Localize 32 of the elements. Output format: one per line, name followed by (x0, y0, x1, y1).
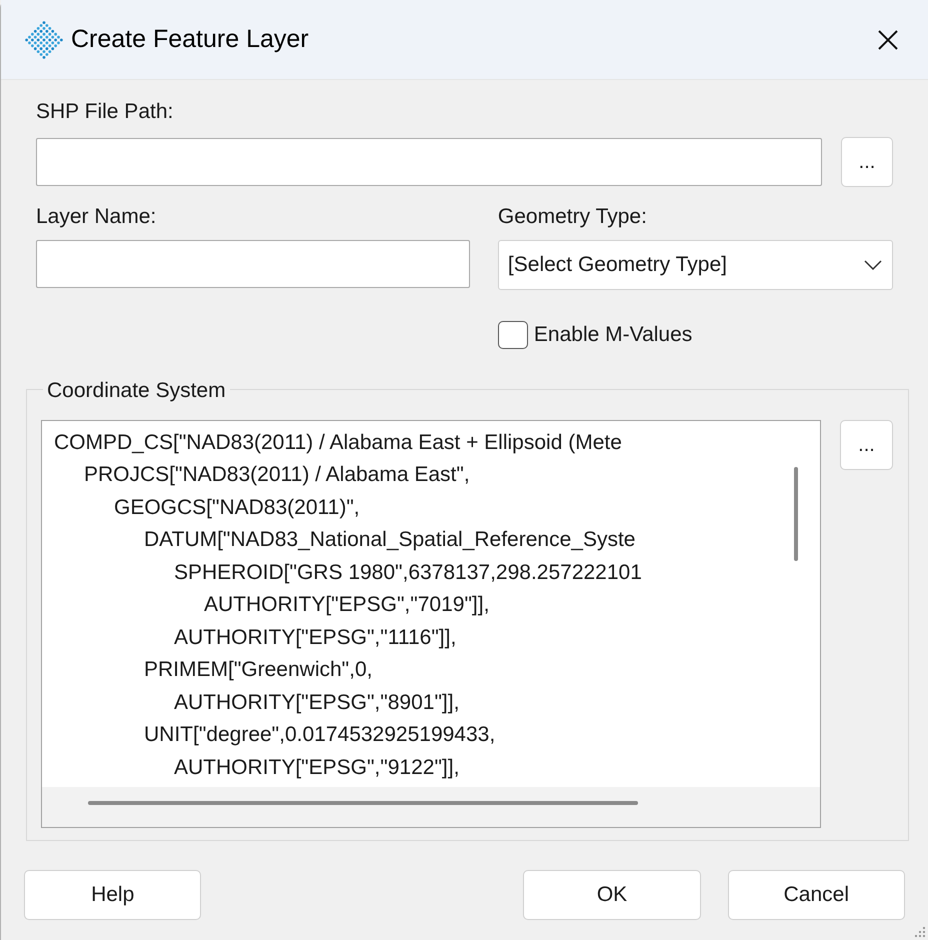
browse-button[interactable]: ... (840, 420, 893, 470)
text-line: PRIMEM["Greenwich",0, (144, 657, 372, 683)
close-icon (877, 28, 899, 50)
field-label: Geometry Type: (498, 204, 648, 230)
field-label: SHP File Path: (36, 99, 174, 125)
text-line: UNIT["degree",0.0174532925199433, (144, 722, 496, 748)
field-label: Layer Name: (36, 204, 158, 230)
layer-name-field[interactable] (36, 240, 470, 288)
text-line: SPHEROID["GRS 1980",6378137,298.257222101 (174, 560, 642, 586)
window-title: Create Feature Layer (71, 24, 309, 55)
text-area[interactable] (41, 420, 821, 828)
text-line: AUTHORITY["EPSG","9122"]], (174, 754, 460, 780)
text-line: GEOGCS["NAD83(2011)", (114, 494, 360, 520)
text-line: AUTHORITY["EPSG","7019"]], (204, 592, 490, 618)
checkbox-label: Enable M-Values (534, 322, 692, 348)
text-line: AUTHORITY["EPSG","8901"]], (174, 690, 460, 716)
chevron-down-icon (864, 260, 882, 270)
dialog-button[interactable]: Help (24, 870, 202, 920)
text-line: COMPD_CS["NAD83(2011) / Alabama East + Ellipsoid (Mete (54, 430, 622, 456)
dialog-button[interactable]: OK (523, 870, 701, 920)
text-line: AUTHORITY["EPSG","1116"]], (174, 624, 456, 650)
vertical-scrollbar[interactable] (794, 466, 798, 560)
checkbox[interactable] (498, 320, 528, 349)
horizontal-scrollbar[interactable] (88, 800, 638, 804)
dialog-button[interactable]: Cancel (728, 870, 905, 920)
shp-file-path-field[interactable] (36, 138, 822, 186)
app-logo-icon (23, 18, 65, 60)
resize-grip-icon (914, 926, 926, 938)
browse-button[interactable]: ... (841, 137, 893, 187)
text-line: PROJCS["NAD83(2011) / Alabama East", (84, 462, 470, 488)
geometry-type-dropdown[interactable]: [Select Geometry Type] (498, 240, 893, 290)
text-line: DATUM["NAD83_National_Spatial_Reference_Syste (144, 527, 636, 553)
